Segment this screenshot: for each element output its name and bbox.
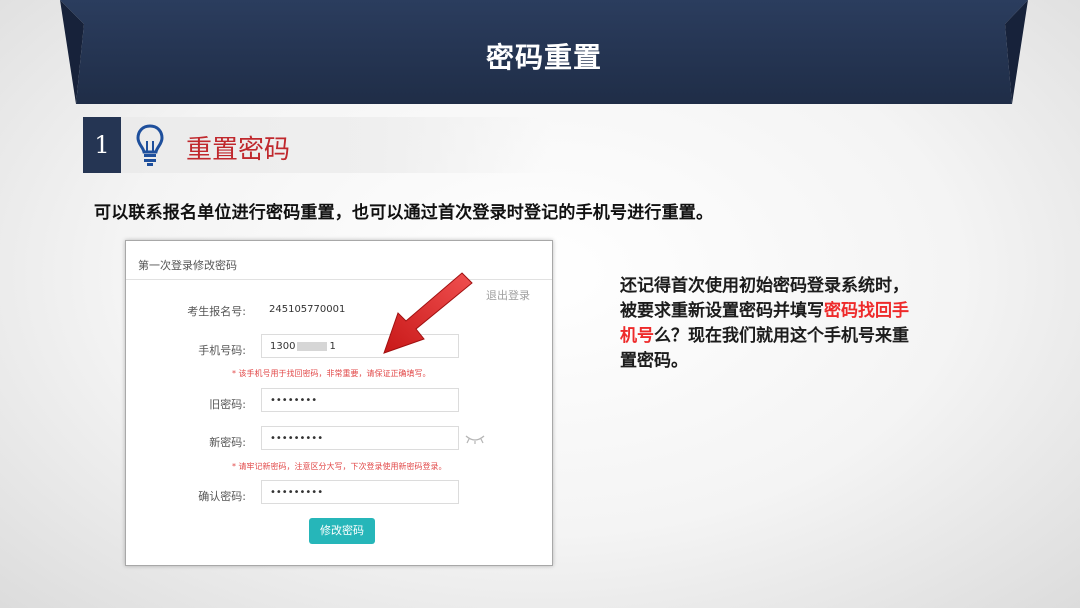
phone-note: * 该手机号用于找回密码，非常重要，请保证正确填写。	[232, 369, 431, 378]
new-password-label: 新密码:	[209, 436, 246, 449]
old-password-label: 旧密码:	[209, 398, 246, 411]
section-title: 重置密码	[186, 135, 291, 165]
logout-link[interactable]: 退出登录	[486, 287, 530, 303]
red-arrow-icon	[383, 272, 473, 354]
change-password-button[interactable]: 修改密码	[309, 518, 375, 544]
confirm-password-input[interactable]: •••••••••	[261, 480, 459, 504]
description-part2: 么？现在我们就用这个手机号来重置密码。	[620, 326, 909, 371]
new-password-input[interactable]: •••••••••	[261, 426, 459, 450]
lightbulb-icon	[136, 124, 164, 166]
exam-id-value: 245105770001	[269, 304, 346, 315]
eye-closed-icon[interactable]	[464, 433, 486, 445]
phone-value-prefix: 1300	[270, 341, 296, 352]
old-password-input[interactable]: ••••••••	[261, 388, 459, 412]
description-text: 还记得首次使用初始密码登录系统时，被要求重新设置密码并填写密码找回手机号么？现在…	[620, 274, 910, 374]
phone-label: 手机号码:	[198, 344, 246, 357]
intro-text: 可以联系报名单位进行密码重置，也可以通过首次登录时登记的手机号进行重置。	[94, 203, 714, 223]
slide: 密码重置 1 重置密码 可以联系报名单位进行密码重置，也可以通过首次登录时登记的…	[0, 0, 1080, 608]
password-note: * 请牢记新密码，注意区分大写，下次登录使用新密码登录。	[232, 462, 447, 471]
section-number: 1	[83, 117, 121, 173]
exam-id-label: 考生报名号:	[187, 305, 246, 318]
confirm-password-label: 确认密码:	[198, 490, 246, 503]
divider	[126, 279, 552, 280]
screenshot-panel: 第一次登录修改密码 退出登录 考生报名号: 245105770001 手机号码:…	[125, 240, 553, 566]
form-title: 第一次登录修改密码	[138, 259, 237, 272]
title-banner: 密码重置	[60, 0, 1028, 104]
page-title: 密码重置	[485, 41, 602, 74]
phone-value-suffix: 1	[329, 341, 336, 352]
redacted-mask	[297, 341, 328, 351]
